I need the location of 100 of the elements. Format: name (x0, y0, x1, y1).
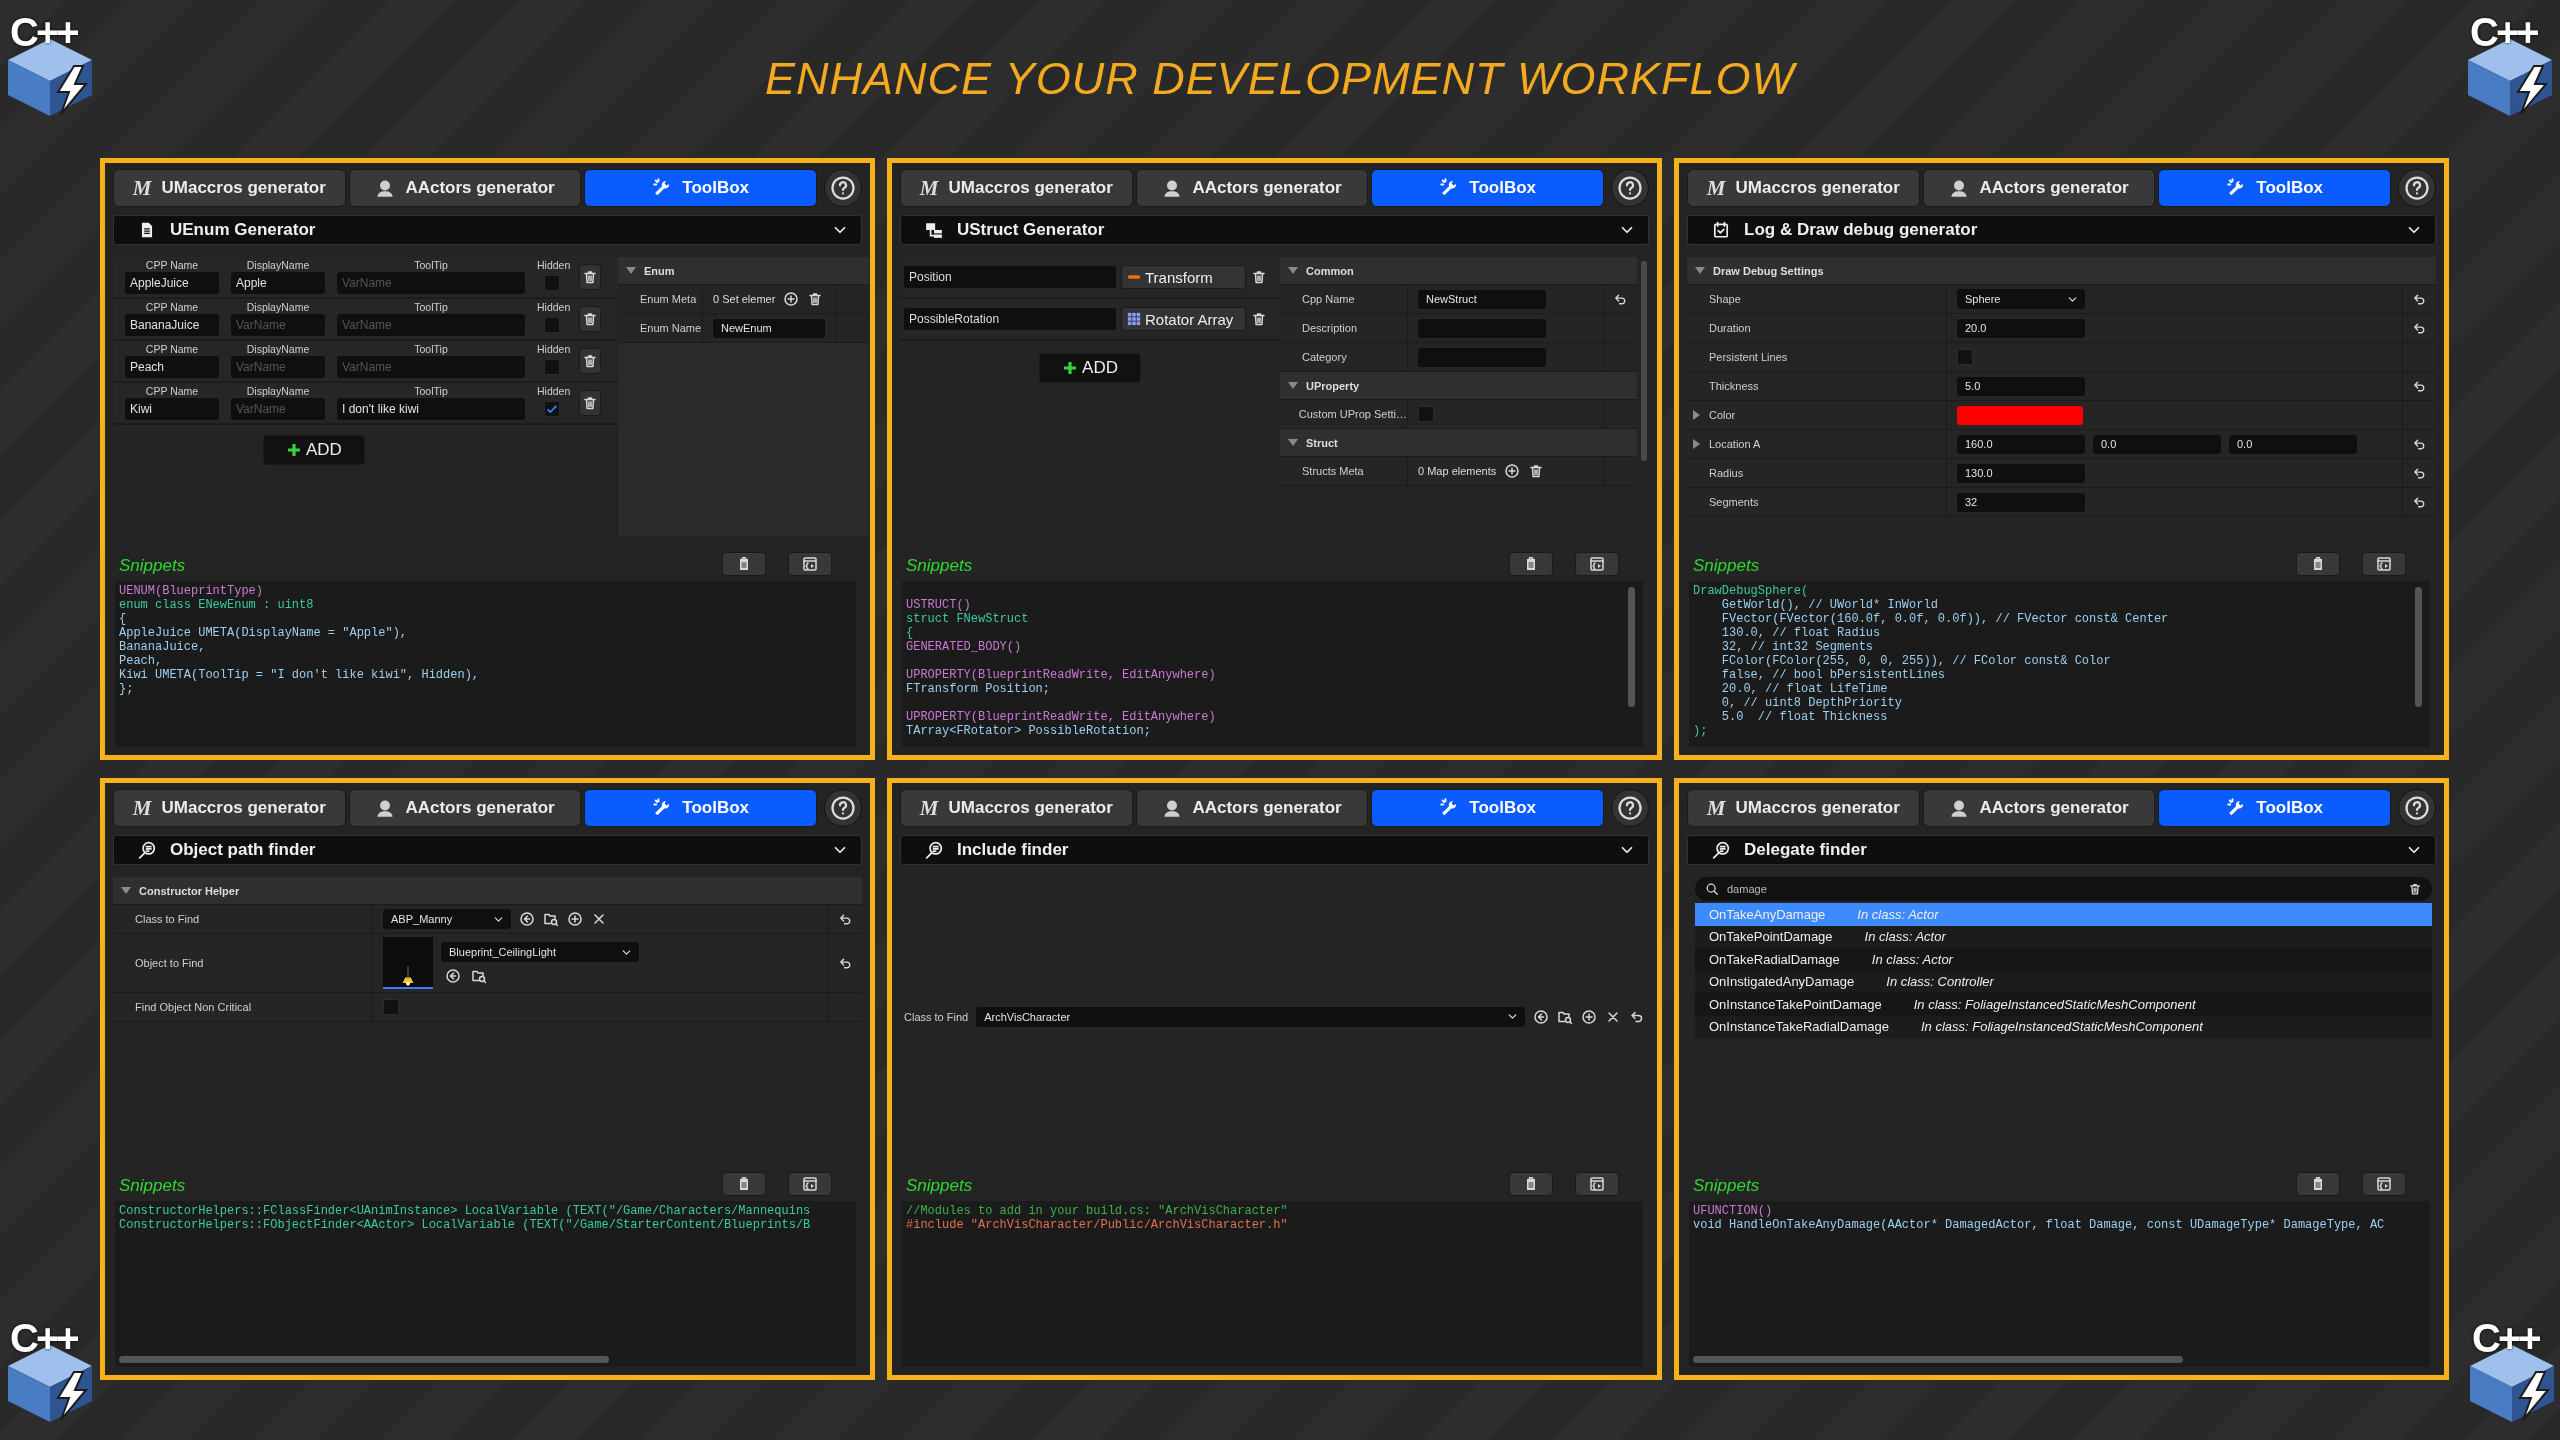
checkbox[interactable] (544, 317, 560, 333)
text-field[interactable]: NewStruct (1418, 289, 1546, 309)
copy-button[interactable] (1509, 552, 1553, 576)
copy-button[interactable] (2296, 552, 2340, 576)
add-icon[interactable] (1581, 1008, 1597, 1025)
section-header[interactable]: Draw Debug Settings (1687, 257, 2436, 285)
trash-icon[interactable] (582, 268, 598, 285)
scrollbar[interactable] (1641, 261, 1647, 461)
text-field[interactable]: VarName (231, 314, 325, 336)
tool-dropdown[interactable]: Object path finder (113, 835, 862, 865)
tool-dropdown[interactable]: UStruct Generator (900, 215, 1649, 245)
delegate-row[interactable]: OnInstigatedAnyDamage In class: Controller (1695, 970, 2432, 993)
delegate-row[interactable]: OnInstanceTakeRadialDamage In class: FoliageInstancedStaticMeshComponent (1695, 1015, 2432, 1038)
tab[interactable]: ToolBox (584, 789, 817, 827)
trash-icon[interactable] (582, 352, 598, 369)
text-field[interactable]: Apple (231, 272, 325, 294)
add-icon[interactable] (1504, 463, 1521, 479)
help-icon[interactable] (1618, 176, 1642, 200)
tab[interactable]: ToolBox (584, 169, 817, 207)
text-field[interactable]: VarName (337, 314, 525, 336)
expand-arrow-icon[interactable] (121, 887, 131, 894)
add-icon[interactable] (567, 911, 583, 927)
text-field[interactable]: Kiwi (125, 398, 219, 420)
number-field[interactable]: 0.0 (2229, 434, 2357, 454)
folder-search-icon[interactable] (543, 911, 559, 927)
expand-arrow-icon[interactable] (626, 267, 636, 274)
help-button[interactable] (2398, 169, 2436, 207)
scrollbar[interactable] (2415, 587, 2422, 707)
expand-arrow-icon[interactable] (1288, 382, 1298, 389)
text-field[interactable]: BananaJuice (125, 314, 219, 336)
tab[interactable]: AActors generator (1922, 789, 2156, 827)
tab[interactable]: M UMaccros generator (113, 169, 346, 207)
trash-icon[interactable] (1251, 311, 1267, 327)
text-field[interactable]: 32 (1957, 492, 2085, 512)
code-button[interactable] (788, 552, 832, 576)
add-button[interactable]: ADD (263, 435, 365, 465)
help-button[interactable] (1611, 169, 1649, 207)
help-icon[interactable] (2405, 796, 2429, 820)
tool-dropdown[interactable]: Delegate finder (1687, 835, 2436, 865)
code-button[interactable] (1575, 1172, 1619, 1196)
section-header[interactable]: Constructor Helper (113, 877, 862, 905)
help-icon[interactable] (2405, 176, 2429, 200)
text-field[interactable]: PossibleRotation (904, 308, 1116, 330)
checkbox[interactable] (1418, 406, 1434, 422)
delete-button[interactable] (579, 347, 601, 374)
help-button[interactable] (2398, 789, 2436, 827)
tool-dropdown[interactable]: Include finder (900, 835, 1649, 865)
dropdown[interactable]: ArchVisCharacter (976, 1006, 1525, 1027)
delete-button[interactable] (579, 389, 601, 416)
trash-icon[interactable] (1528, 463, 1545, 479)
tab[interactable]: M UMaccros generator (1687, 169, 1920, 207)
checkbox[interactable] (544, 275, 560, 291)
text-field[interactable]: I don't like kiwi (337, 398, 525, 420)
checkbox[interactable] (383, 999, 399, 1015)
section-header[interactable]: Common (1280, 257, 1637, 285)
text-field[interactable]: VarName (337, 356, 525, 378)
dropdown[interactable]: Blueprint_CeilingLight (441, 942, 639, 962)
help-icon[interactable] (831, 796, 855, 820)
tab[interactable]: AActors generator (348, 169, 582, 207)
add-icon[interactable] (783, 291, 800, 307)
expand-arrow-icon[interactable] (1288, 439, 1298, 446)
checkbox[interactable] (1957, 349, 1973, 365)
delete-button[interactable] (579, 263, 601, 290)
text-field[interactable]: 20.0 (1957, 318, 2085, 338)
text-field[interactable]: Position (904, 266, 1116, 288)
tab[interactable]: ToolBox (1371, 789, 1604, 827)
clear-icon[interactable] (591, 911, 607, 927)
tab[interactable]: AActors generator (1135, 169, 1369, 207)
delegate-row[interactable]: OnInstanceTakePointDamage In class: FoliageInstancedStaticMeshComponent (1695, 993, 2432, 1016)
trash-icon[interactable] (807, 291, 824, 307)
trash-icon[interactable] (2408, 882, 2422, 896)
checkbox[interactable] (544, 359, 560, 375)
expand-arrow-icon[interactable] (1693, 439, 1700, 449)
expand-arrow-icon[interactable] (1693, 410, 1700, 420)
code-button[interactable] (1575, 552, 1619, 576)
text-field[interactable]: 130.0 (1957, 463, 2085, 483)
copy-button[interactable] (2296, 1172, 2340, 1196)
folder-search-icon[interactable] (471, 968, 487, 984)
text-field[interactable]: VarName (231, 398, 325, 420)
help-icon[interactable] (1618, 796, 1642, 820)
copy-button[interactable] (722, 552, 766, 576)
text-field[interactable]: VarName (337, 272, 525, 294)
type-picker[interactable]: Transform (1121, 265, 1246, 289)
expand-arrow-icon[interactable] (1695, 267, 1705, 274)
dropdown[interactable]: Sphere (1957, 289, 2085, 309)
section-header[interactable]: Struct (1280, 429, 1637, 457)
trash-icon[interactable] (1251, 269, 1267, 285)
text-field[interactable]: 5.0 (1957, 376, 2085, 396)
tab[interactable]: AActors generator (1135, 789, 1369, 827)
tab[interactable]: M UMaccros generator (113, 789, 346, 827)
trash-icon[interactable] (582, 310, 598, 327)
text-field[interactable]: Peach (125, 356, 219, 378)
asset-thumbnail[interactable] (383, 937, 433, 989)
tab[interactable]: ToolBox (2158, 789, 2391, 827)
code-button[interactable] (2362, 552, 2406, 576)
help-icon[interactable] (831, 176, 855, 200)
scrollbar[interactable] (1693, 1356, 2183, 1363)
color-swatch[interactable] (1957, 405, 2083, 425)
number-field[interactable]: 0.0 (2093, 434, 2221, 454)
delete-button[interactable] (579, 305, 601, 332)
